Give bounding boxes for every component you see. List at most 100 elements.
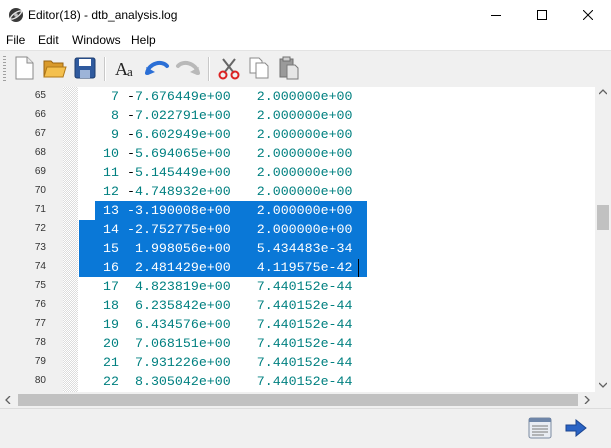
toolbar-separator — [208, 57, 210, 81]
minus-sign: - — [127, 203, 135, 218]
line-number: 69 — [34, 166, 46, 177]
weight-value: 7.440152e-44 — [256, 298, 353, 313]
open-button[interactable] — [42, 55, 68, 83]
maximize-icon — [537, 10, 547, 20]
eigenvalue: -3.190008e+00 — [127, 203, 231, 218]
line-number: 71 — [34, 204, 46, 215]
horizontal-scrollbar[interactable] — [0, 392, 595, 408]
scroll-up-icon[interactable] — [599, 89, 607, 95]
eigenvalue: -7.022791e+00 — [127, 108, 231, 123]
undo-icon — [144, 57, 170, 82]
editor-line[interactable]: 72 14 -2.752775e+00 2.000000e+00 — [0, 220, 595, 239]
window-title: Editor(18) - dtb_analysis.log — [28, 8, 178, 22]
cut-button[interactable] — [216, 55, 242, 83]
editor-line[interactable]: 69 11 -5.145449e+00 2.000000e+00 — [0, 163, 595, 182]
scroll-down-icon[interactable] — [599, 382, 607, 388]
weight-value: 2.000000e+00 — [256, 127, 353, 142]
toolbar: A a — [0, 50, 611, 88]
redo-icon — [175, 57, 201, 82]
line-number: 70 — [34, 185, 46, 196]
weight-value: 5.434483e-34 — [256, 241, 353, 256]
editor-line[interactable]: 78 20 7.068151e+00 7.440152e-44 — [0, 334, 595, 353]
editor-line[interactable]: 66 8 -7.022791e+00 2.000000e+00 — [0, 106, 595, 125]
editor-line[interactable]: 75 17 4.823819e+00 7.440152e-44 — [0, 277, 595, 296]
line-number: 67 — [34, 128, 46, 139]
weight-value: 2.000000e+00 — [256, 165, 353, 180]
editor-line[interactable]: 79 21 7.931226e+00 7.440152e-44 — [0, 353, 595, 372]
editor-line[interactable]: 77 19 6.434576e+00 7.440152e-44 — [0, 315, 595, 334]
index-value: 17 — [103, 279, 119, 294]
menu-windows[interactable]: Windows — [72, 33, 121, 47]
eigenvalue: 7.931226e+00 — [127, 355, 231, 370]
editor-line[interactable]: 74 16 2.481429e+00 4.119575e-42 — [0, 258, 595, 277]
index-value: 12 — [103, 184, 119, 199]
log-view-button[interactable] — [526, 415, 554, 443]
close-button[interactable] — [565, 0, 611, 30]
editor-line[interactable]: 76 18 6.235842e+00 7.440152e-44 — [0, 296, 595, 315]
line-number: 66 — [34, 109, 46, 120]
scroll-right-icon[interactable] — [584, 396, 590, 404]
index-value: 20 — [103, 336, 119, 351]
menu-file[interactable]: File — [6, 33, 25, 47]
editor-line[interactable]: 68 10 -5.694065e+00 2.000000e+00 — [0, 144, 595, 163]
copy-button[interactable] — [246, 55, 272, 83]
eigenvalue: -7.676449e+00 — [127, 89, 231, 104]
scroll-left-icon[interactable] — [5, 396, 11, 404]
editor-line[interactable]: 65 7 -7.676449e+00 2.000000e+00 — [0, 87, 595, 106]
editor-area[interactable]: 65 7 -7.676449e+00 2.000000e+00 66 8 -7.022791… — [0, 87, 595, 392]
editor-line[interactable]: 70 12 -4.748932e+00 2.000000e+00 — [0, 182, 595, 201]
paste-button[interactable] — [276, 55, 302, 83]
weight-value: 2.000000e+00 — [256, 222, 353, 237]
eigenvalue: 6.235842e+00 — [127, 298, 231, 313]
eigenvalue: -5.694065e+00 — [127, 146, 231, 161]
text-caret — [358, 259, 359, 277]
new-file-icon — [13, 56, 35, 83]
vertical-scrollbar[interactable] — [595, 87, 611, 392]
copy-icon — [248, 56, 270, 83]
line-text: 21 7.931226e+00 7.440152e-44 — [79, 353, 352, 372]
minus-sign: - — [127, 222, 135, 237]
redo-button[interactable] — [175, 55, 201, 83]
line-text: 14 -2.752775e+00 2.000000e+00 — [79, 220, 353, 239]
new-file-button[interactable] — [11, 55, 37, 83]
toolbar-grip[interactable] — [3, 56, 6, 82]
index-value: 13 — [103, 203, 119, 218]
menu-help[interactable]: Help — [131, 33, 156, 47]
eigenvalue: -6.602949e+00 — [127, 127, 231, 142]
next-button[interactable] — [562, 415, 590, 443]
horizontal-scroll-thumb[interactable] — [18, 394, 578, 406]
vertical-scroll-thumb[interactable] — [597, 205, 609, 230]
editor-line[interactable]: 67 9 -6.602949e+00 2.000000e+00 — [0, 125, 595, 144]
maximize-button[interactable] — [519, 0, 565, 30]
line-number: 68 — [34, 147, 46, 158]
eigenvalue: -2.752775e+00 — [127, 222, 231, 237]
eigenvalue: -4.748932e+00 — [127, 184, 231, 199]
index-value: 18 — [103, 298, 119, 313]
app-icon — [8, 7, 24, 23]
line-number: 75 — [34, 280, 46, 291]
weight-value: 2.000000e+00 — [256, 203, 353, 218]
minus-sign: - — [127, 146, 135, 161]
weight-value: 7.440152e-44 — [256, 336, 353, 351]
save-button[interactable] — [72, 55, 98, 83]
cut-icon — [217, 56, 241, 83]
line-number: 77 — [34, 318, 46, 329]
undo-button[interactable] — [144, 55, 170, 83]
minimize-button[interactable] — [473, 0, 519, 30]
line-number: 74 — [34, 261, 46, 272]
index-value: 21 — [103, 355, 119, 370]
editor-line[interactable]: 71 13 -3.190008e+00 2.000000e+00 — [0, 201, 595, 220]
log-view-icon — [528, 417, 552, 442]
font-icon: A a — [114, 56, 140, 83]
line-number: 72 — [34, 223, 46, 234]
line-number: 73 — [34, 242, 46, 253]
toolbar-separator — [104, 57, 106, 81]
index-value: 7 — [111, 89, 119, 104]
eigenvalue: 7.068151e+00 — [127, 336, 231, 351]
editor-line[interactable]: 80 22 8.305042e+00 7.440152e-44 — [0, 372, 595, 391]
line-number: 78 — [34, 337, 46, 348]
font-button[interactable]: A a — [114, 55, 140, 83]
menu-edit[interactable]: Edit — [38, 33, 59, 47]
editor-line[interactable]: 73 15 1.998056e+00 5.434483e-34 — [0, 239, 595, 258]
eigenvalue: 1.998056e+00 — [127, 241, 231, 256]
